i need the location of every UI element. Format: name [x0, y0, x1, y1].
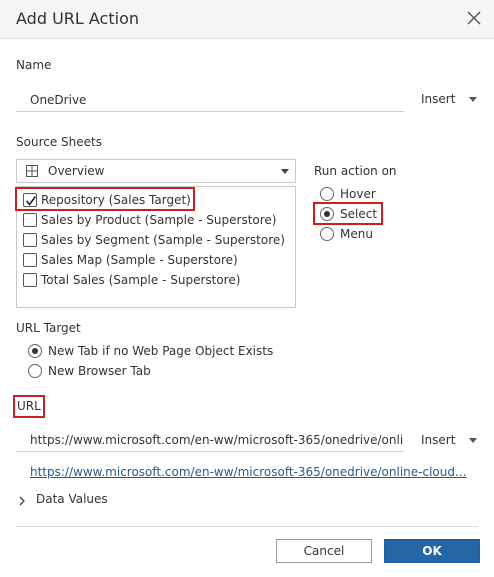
radio-label: New Browser Tab [48, 364, 151, 378]
radio-button-selected[interactable] [28, 344, 42, 358]
dialog-title: Add URL Action [16, 9, 139, 28]
sheet-checkbox[interactable] [23, 253, 37, 267]
sheet-item-label: Sales Map (Sample - Superstore) [41, 253, 238, 267]
sheet-checkbox[interactable] [23, 273, 37, 287]
radio-new-tab-if-no-object[interactable]: New Tab if no Web Page Object Exists [28, 342, 288, 360]
radio-label: Menu [340, 227, 373, 241]
ok-button[interactable]: OK [384, 539, 480, 563]
data-values-label: Data Values [36, 492, 108, 506]
highlight-repository [15, 187, 195, 211]
name-insert-menu[interactable]: Insert [421, 92, 477, 108]
url-preview-link[interactable]: https://www.microsoft.com/en-ww/microsof… [30, 465, 466, 479]
divider [16, 526, 478, 527]
sheet-item-label: Total Sales (Sample - Superstore) [41, 273, 241, 287]
source-sheets-dropdown[interactable]: Overview [16, 159, 296, 183]
chevron-down-icon [469, 97, 477, 102]
close-icon[interactable] [464, 8, 484, 28]
sheet-item-sales-by-product[interactable]: Sales by Product (Sample - Superstore) [23, 211, 291, 229]
sheet-item-total-sales[interactable]: Total Sales (Sample - Superstore) [23, 271, 291, 289]
url-target-label: URL Target [16, 321, 81, 335]
data-values-expander[interactable]: Data Values [16, 491, 136, 509]
cancel-button[interactable]: Cancel [276, 539, 372, 563]
radio-button[interactable] [28, 364, 42, 378]
radio-label: New Tab if no Web Page Object Exists [48, 344, 274, 358]
radio-hover[interactable]: Hover [320, 185, 400, 203]
name-insert-label: Insert [421, 92, 456, 106]
source-sheets-label: Source Sheets [16, 135, 102, 149]
url-insert-label: Insert [421, 433, 456, 447]
radio-button[interactable] [320, 227, 334, 241]
chevron-right-icon [18, 495, 26, 509]
sheet-item-sales-by-segment[interactable]: Sales by Segment (Sample - Superstore) [23, 231, 291, 249]
sheet-checkbox[interactable] [23, 233, 37, 247]
sheet-item-sales-map[interactable]: Sales Map (Sample - Superstore) [23, 251, 291, 269]
highlight-select [313, 202, 383, 225]
name-label: Name [16, 58, 52, 72]
radio-menu[interactable]: Menu [320, 225, 400, 243]
sheet-item-label: Sales by Segment (Sample - Superstore) [41, 233, 285, 247]
chevron-down-icon [469, 438, 477, 443]
dialog-titlebar: Add URL Action [0, 0, 494, 39]
chevron-down-icon [281, 169, 289, 174]
radio-label: Hover [340, 187, 376, 201]
grid-icon [26, 165, 38, 177]
highlight-url-label [13, 395, 45, 418]
url-insert-menu[interactable]: Insert [421, 433, 477, 449]
name-input[interactable] [16, 88, 404, 112]
sheet-item-label: Sales by Product (Sample - Superstore) [41, 213, 277, 227]
url-input[interactable] [16, 428, 404, 452]
radio-new-browser-tab[interactable]: New Browser Tab [28, 362, 288, 380]
radio-button[interactable] [320, 187, 334, 201]
source-sheets-dropdown-value: Overview [48, 164, 105, 178]
run-action-label: Run action on [314, 164, 397, 178]
sheet-checkbox[interactable] [23, 213, 37, 227]
